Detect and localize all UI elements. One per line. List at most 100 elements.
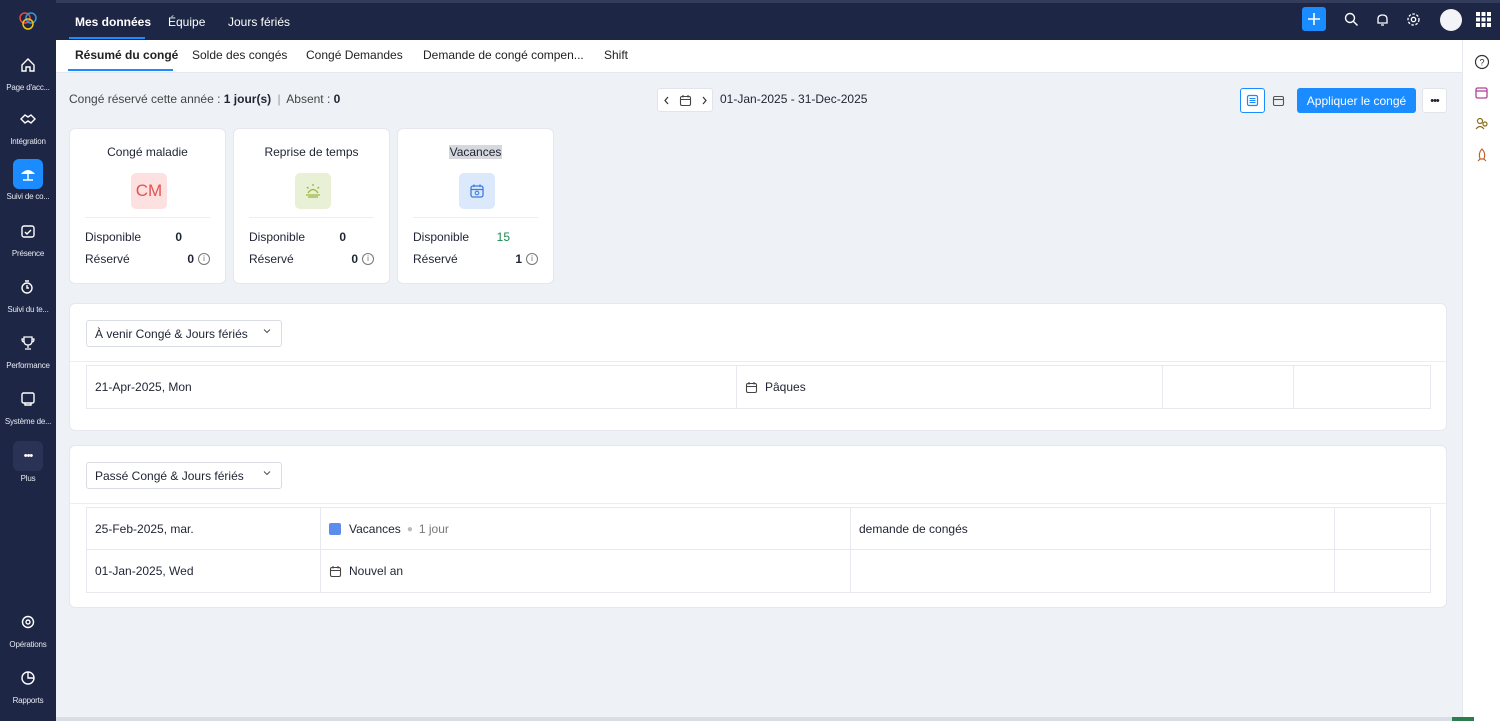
holiday-name: Pâques xyxy=(765,380,806,394)
help-icon[interactable]: ? xyxy=(1474,54,1490,70)
list-view-button[interactable] xyxy=(1240,88,1265,113)
leave-card-vacation[interactable]: Vacances Disponible 15 Réservé 1 i xyxy=(397,128,554,284)
booked-value: 1 jour(s) xyxy=(223,92,272,106)
tab-leave-balance[interactable]: Solde des congés xyxy=(192,48,287,62)
date-range[interactable]: 01-Jan-2025 - 31-Dec-2025 xyxy=(720,92,867,106)
info-icon[interactable]: i xyxy=(526,253,538,265)
sidebar-item-label: Présence xyxy=(11,249,45,258)
apps-grid-button[interactable] xyxy=(1472,8,1494,30)
row-date: 25-Feb-2025, mar. xyxy=(95,522,194,536)
tab-leave-requests[interactable]: Congé Demandes xyxy=(306,48,403,62)
sidebar-item-integration[interactable]: Intégration xyxy=(0,104,56,146)
apply-leave-button[interactable]: Appliquer le congé xyxy=(1297,88,1416,113)
app-logo-icon[interactable] xyxy=(17,10,39,32)
calendar-icon xyxy=(1272,95,1285,107)
chevron-left-icon[interactable] xyxy=(663,96,670,105)
row-name-cell: Pâques xyxy=(736,366,1162,408)
sidebar-item-time-tracker[interactable]: Suivi du te... xyxy=(0,272,56,314)
row-type xyxy=(850,550,1334,592)
row-empty-cell xyxy=(1293,366,1430,408)
sidebar-item-label: Plus xyxy=(20,474,36,483)
past-filter-dropdown[interactable]: Passé Congé & Jours fériés xyxy=(86,462,282,489)
user-avatar[interactable] xyxy=(1440,9,1462,31)
tab-compensatory-request[interactable]: Demande de congé compen... xyxy=(423,48,584,62)
leave-duration: 1 jour xyxy=(418,522,449,536)
sidebar-item-performance[interactable]: Performance xyxy=(0,328,56,370)
bottom-scrollbar[interactable] xyxy=(56,717,1462,721)
sidebar-item-system[interactable]: Système de... xyxy=(0,384,56,426)
sidebar-item-operations[interactable]: Opérations xyxy=(0,607,56,649)
available-label: Disponible xyxy=(249,230,306,244)
cm-badge: CM xyxy=(131,173,167,209)
dropdown-label: Passé Congé & Jours fériés xyxy=(95,468,244,483)
more-options-button[interactable]: ••• xyxy=(1422,88,1447,113)
booked-label: Réservé xyxy=(85,252,130,266)
sidebar-item-more[interactable]: ••• Plus xyxy=(0,441,56,483)
people-icon[interactable] xyxy=(1474,116,1490,132)
date-navigator xyxy=(657,88,713,112)
sidebar-item-leave-tracker[interactable]: Suivi de co... xyxy=(0,159,56,201)
divider xyxy=(85,217,210,218)
table-row[interactable]: 21-Apr-2025, Mon Pâques xyxy=(87,366,1430,408)
booked-value: 0 xyxy=(351,252,358,266)
tab-my-data[interactable]: Mes données xyxy=(75,3,151,40)
add-button[interactable] xyxy=(1302,7,1326,31)
divider xyxy=(70,503,1446,504)
handshake-icon xyxy=(20,114,36,124)
dropdown-label: À venir Congé & Jours fériés xyxy=(95,326,248,341)
row-name-cell: Vacances ● 1 jour xyxy=(320,508,850,550)
trophy-icon xyxy=(21,336,35,350)
tab-leave-summary[interactable]: Résumé du congé xyxy=(75,48,178,62)
more-icon: ••• xyxy=(23,450,34,462)
system-icon xyxy=(21,392,35,406)
status-indicator xyxy=(1452,717,1474,721)
card-title-text: Vacances xyxy=(448,145,503,159)
info-icon[interactable]: i xyxy=(362,253,374,265)
active-subtab-indicator xyxy=(68,69,173,71)
notifications-button[interactable] xyxy=(1371,8,1393,30)
table-row[interactable]: 01-Jan-2025, Wed Nouvel an xyxy=(87,550,1430,592)
row-empty-cell xyxy=(1334,550,1430,592)
past-table: 25-Feb-2025, mar. Vacances ● 1 jour dema… xyxy=(86,507,1431,593)
past-panel: Passé Congé & Jours fériés 25-Feb-2025, … xyxy=(69,445,1447,608)
sidebar-item-label: Suivi de co... xyxy=(6,192,50,201)
settings-button[interactable] xyxy=(1402,8,1424,30)
chevron-right-icon[interactable] xyxy=(701,96,708,105)
leave-card-sick[interactable]: Congé maladie CM Disponible 0 Réservé 0 … xyxy=(69,128,226,284)
divider xyxy=(413,217,538,218)
available-value: 0 xyxy=(339,230,346,244)
sunrise-icon xyxy=(295,173,331,209)
upcoming-panel: À venir Congé & Jours fériés 21-Apr-2025… xyxy=(69,303,1447,431)
row-name-cell: Nouvel an xyxy=(320,550,850,592)
top-bar: Mes données Équipe Jours fériés xyxy=(56,0,1500,40)
leave-card-compensatory[interactable]: Reprise de temps Disponible 0 Réservé 0 … xyxy=(233,128,390,284)
booked-label: Congé réservé cette année : xyxy=(69,92,221,106)
table-row[interactable]: 25-Feb-2025, mar. Vacances ● 1 jour dema… xyxy=(87,508,1430,550)
upcoming-table: 21-Apr-2025, Mon Pâques xyxy=(86,365,1431,409)
sidebar-item-reports[interactable]: Rapports xyxy=(0,663,56,705)
home-icon xyxy=(21,58,35,72)
bell-icon xyxy=(1376,13,1388,26)
calendar-view-button[interactable] xyxy=(1266,88,1291,113)
row-empty-cell xyxy=(1334,508,1430,550)
main-content: Congé réservé cette année : 1 jour(s) | … xyxy=(56,73,1462,721)
calendar-add-icon[interactable] xyxy=(1474,85,1490,101)
tab-team[interactable]: Équipe xyxy=(168,3,205,40)
search-button[interactable] xyxy=(1340,8,1362,30)
upcoming-filter-dropdown[interactable]: À venir Congé & Jours fériés xyxy=(86,320,282,347)
sidebar-item-attendance[interactable]: Présence xyxy=(0,216,56,258)
timer-icon xyxy=(21,280,33,294)
rocket-icon[interactable] xyxy=(1474,147,1490,163)
info-icon[interactable]: i xyxy=(198,253,210,265)
absent-label: Absent : xyxy=(286,92,331,106)
calendar-icon xyxy=(459,173,495,209)
leave-color-swatch xyxy=(329,523,341,535)
sidebar-item-home[interactable]: Page d'acc... xyxy=(0,50,56,92)
sidebar-item-label: Système de... xyxy=(4,417,52,426)
tab-shift[interactable]: Shift xyxy=(604,48,628,62)
chevron-down-icon xyxy=(263,471,271,476)
row-date: 01-Jan-2025, Wed xyxy=(95,564,194,578)
calendar-icon[interactable] xyxy=(679,94,692,107)
tab-holidays[interactable]: Jours fériés xyxy=(228,3,290,40)
search-icon xyxy=(1344,12,1358,26)
